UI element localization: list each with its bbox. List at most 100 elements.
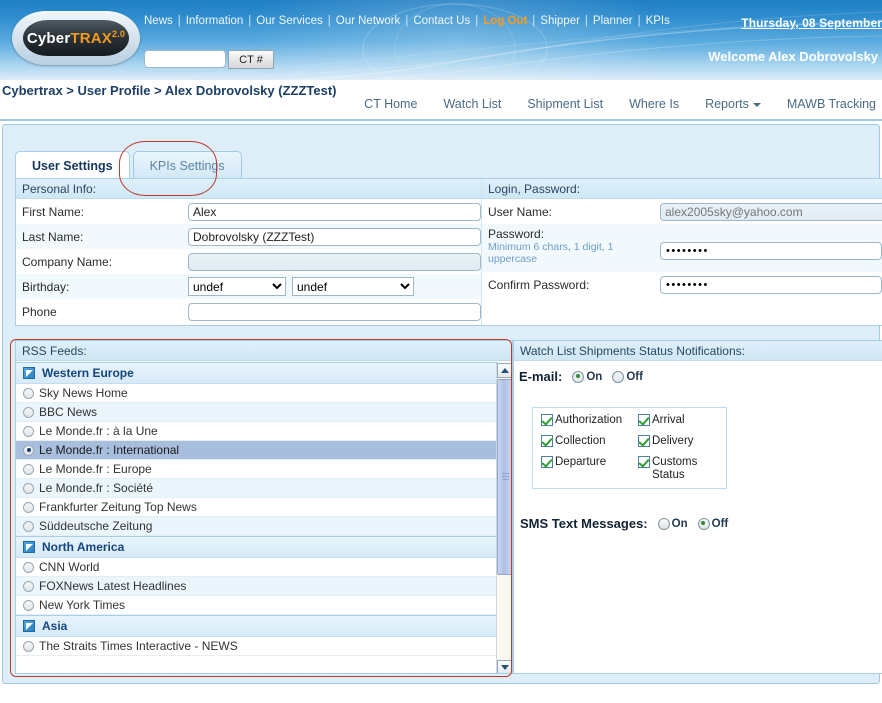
rss-feed-item[interactable]: Le Monde.fr : International	[16, 441, 498, 460]
status-checkbox-group: Authorization Arrival Collection Delivery De…	[532, 407, 727, 489]
rss-group-western-europe[interactable]: Western Europe	[16, 362, 498, 384]
rss-group-asia[interactable]: Asia	[16, 615, 498, 637]
rss-feed-radio[interactable]	[23, 501, 34, 513]
confirm-password-input[interactable]	[660, 275, 882, 294]
rss-feed-item[interactable]: FOXNews Latest Headlines	[16, 577, 498, 596]
rss-feed-label: CNN World	[39, 560, 100, 574]
user-name-input[interactable]	[660, 202, 882, 221]
rss-feed-radio[interactable]	[23, 482, 34, 494]
nav-link-kpis[interactable]: KPIs	[646, 15, 670, 27]
phone-input[interactable]	[188, 302, 481, 321]
status-checkbox-collection[interactable]: Collection	[541, 435, 638, 456]
rss-feed-radio[interactable]	[23, 561, 34, 573]
first-name-input[interactable]	[188, 202, 481, 221]
subnav-item-where-is[interactable]: Where Is	[629, 97, 679, 111]
nav-link-shipper[interactable]: Shipper	[540, 15, 580, 27]
subnav-item-mawb-tracking[interactable]: MAWB Tracking	[787, 97, 876, 111]
rss-feed-radio[interactable]	[23, 444, 34, 456]
rss-feed-item[interactable]: New York Times	[16, 596, 498, 615]
nav-separator: |	[637, 15, 641, 27]
rss-feed-item[interactable]: Frankfurter Zeitung Top News	[16, 498, 498, 517]
status-checkbox-label: Arrival	[652, 414, 685, 426]
rss-scrollbar[interactable]	[496, 363, 512, 673]
rss-feed-label: BBC News	[39, 405, 98, 419]
sms-on-radio[interactable]	[657, 517, 670, 530]
nav-link-planner[interactable]: Planner	[593, 15, 633, 27]
tab-user-settings[interactable]: User Settings	[15, 151, 130, 179]
ct-search-input[interactable]	[144, 50, 226, 68]
checkbox-icon[interactable]	[638, 456, 650, 468]
rss-feed-radio[interactable]	[23, 599, 34, 611]
expand-collapse-icon[interactable]	[23, 620, 35, 632]
rss-group-north-america[interactable]: North America	[16, 536, 498, 558]
checkbox-icon[interactable]	[541, 456, 553, 468]
rss-scroll-down-button[interactable]	[497, 660, 512, 673]
nav-link-our-services[interactable]: Our Services	[256, 15, 322, 27]
rss-feed-item[interactable]: The Straits Times Interactive - NEWS	[16, 637, 498, 656]
company-name-input[interactable]	[188, 252, 481, 271]
subnav-item-reports[interactable]: Reports	[705, 97, 761, 111]
ct-number-button[interactable]: CT #	[228, 50, 274, 69]
subnav-item-watch-list[interactable]: Watch List	[443, 97, 501, 111]
email-notification-row: E-mail: On Off	[516, 369, 882, 384]
rss-feed-radio[interactable]	[23, 640, 34, 652]
rss-scrollbar-thumb[interactable]	[497, 379, 512, 575]
nav-link-information[interactable]: Information	[186, 15, 244, 27]
nav-link-log-out[interactable]: Log Out	[483, 15, 527, 27]
nav-separator: |	[584, 15, 588, 27]
rss-feed-radio[interactable]	[23, 463, 34, 475]
checkbox-icon[interactable]	[541, 435, 553, 447]
sms-off-option[interactable]: Off	[697, 517, 728, 530]
nav-link-contact-us[interactable]: Contact Us	[413, 15, 470, 27]
sms-on-option[interactable]: On	[657, 517, 688, 530]
nav-link-our-network[interactable]: Our Network	[336, 15, 401, 27]
rss-feeds-list[interactable]: Western Europe Sky News Home BBC News Le Mo…	[16, 362, 512, 673]
notifications-body: E-mail: On Off Authorization Arrival Colle…	[514, 361, 882, 531]
sms-off-radio[interactable]	[697, 517, 710, 530]
phone-row: Phone	[16, 299, 481, 324]
password-input[interactable]	[660, 242, 882, 260]
rss-feed-item[interactable]: Süddeutsche Zeitung	[16, 517, 498, 536]
cybertrax-logo[interactable]: CyberTRAX2.0	[12, 11, 140, 65]
email-on-radio[interactable]	[572, 370, 585, 383]
last-name-input[interactable]	[188, 227, 481, 246]
checkbox-icon[interactable]	[638, 435, 650, 447]
nav-link-news[interactable]: News	[144, 15, 173, 27]
checkbox-icon[interactable]	[541, 414, 553, 426]
rss-feed-item[interactable]: Le Monde.fr : Europe	[16, 460, 498, 479]
birthday-day-select[interactable]: undef	[292, 277, 414, 296]
rss-scroll-up-button[interactable]	[497, 363, 512, 378]
subnav-item-ct-home[interactable]: CT Home	[364, 97, 417, 111]
expand-collapse-icon[interactable]	[23, 541, 35, 553]
status-checkbox-customs-status[interactable]: Customs Status	[638, 456, 726, 481]
subnav-item-shipment-list[interactable]: Shipment List	[527, 97, 603, 111]
rss-feed-radio[interactable]	[23, 387, 34, 399]
tab-kpis-settings[interactable]: KPIs Settings	[132, 151, 242, 179]
rss-feed-item[interactable]: CNN World	[16, 558, 498, 577]
email-off-option[interactable]: Off	[612, 370, 643, 383]
email-on-option[interactable]: On	[572, 370, 602, 383]
rss-feed-item[interactable]: Le Monde.fr : à la Une	[16, 422, 498, 441]
status-checkbox-departure[interactable]: Departure	[541, 456, 638, 477]
rss-feed-item[interactable]: Le Monde.fr : Société	[16, 479, 498, 498]
last-name-row: Last Name:	[16, 224, 481, 249]
user-name-row: User Name:	[482, 199, 882, 224]
email-off-radio[interactable]	[612, 370, 625, 383]
rss-feed-item[interactable]: Sky News Home	[16, 384, 498, 403]
rss-feed-item[interactable]: BBC News	[16, 403, 498, 422]
status-checkbox-authorization[interactable]: Authorization	[541, 414, 638, 435]
rss-feed-radio[interactable]	[23, 520, 34, 532]
status-checkbox-delivery[interactable]: Delivery	[638, 435, 726, 456]
first-name-label: First Name:	[22, 204, 85, 219]
rss-feed-radio[interactable]	[23, 406, 34, 418]
company-name-row: Company Name:	[16, 249, 481, 274]
sms-label: SMS Text Messages:	[520, 516, 648, 531]
rss-feed-radio[interactable]	[23, 580, 34, 592]
rss-feed-label: Le Monde.fr : Société	[39, 481, 154, 495]
expand-collapse-icon[interactable]	[23, 367, 35, 379]
rss-feed-radio[interactable]	[23, 425, 34, 437]
first-name-row: First Name:	[16, 199, 481, 224]
birthday-month-select[interactable]: undef	[188, 277, 286, 296]
checkbox-icon[interactable]	[638, 414, 650, 426]
status-checkbox-arrival[interactable]: Arrival	[638, 414, 726, 435]
